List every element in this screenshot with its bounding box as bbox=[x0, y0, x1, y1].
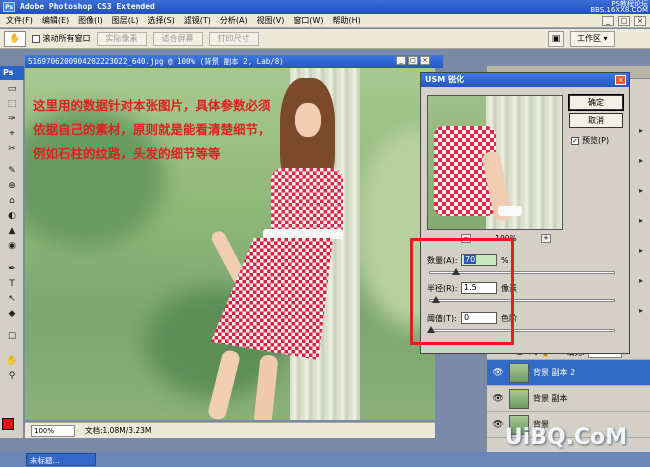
layer-thumbnail bbox=[509, 388, 529, 409]
layer-name: 背景 副本 2 bbox=[533, 368, 576, 377]
panel-side-icon[interactable]: ▸ bbox=[635, 216, 647, 226]
type-tool-icon[interactable]: T bbox=[6, 279, 18, 290]
notes-tool-icon[interactable]: ☐ bbox=[6, 332, 18, 343]
hand-tool-icon[interactable]: ✋ bbox=[6, 356, 18, 367]
filter-preview[interactable] bbox=[427, 95, 563, 230]
scroll-all-label: 滚动所有窗口 bbox=[42, 34, 91, 43]
stamp-tool-icon[interactable]: ⌂ bbox=[6, 196, 18, 207]
path-select-tool-icon[interactable]: ↖ bbox=[6, 294, 18, 305]
dialog-close-button[interactable]: × bbox=[615, 75, 626, 85]
zoom-in-button[interactable]: + bbox=[540, 233, 551, 243]
restore-button[interactable]: □ bbox=[618, 16, 630, 26]
document-title: 5169706200904202223022_640.jpg @ 100% (背… bbox=[28, 57, 284, 66]
pen-tool-icon[interactable]: ✒ bbox=[6, 264, 18, 275]
foreground-color-swatch[interactable] bbox=[2, 418, 14, 430]
document-window-controls: _ □ × bbox=[396, 56, 430, 65]
menu-view[interactable]: 视图(V) bbox=[257, 15, 285, 26]
actual-pixels-button[interactable]: 实际像素 bbox=[96, 31, 147, 46]
document-size: 文档:1.08M/3.23M bbox=[85, 426, 152, 435]
annotation-text: 这里用的数据针对本张图片，具体参数必须依据自己的素材，原则就是能看清楚细节，例如… bbox=[33, 98, 271, 161]
cancel-button[interactable]: 取消 bbox=[569, 113, 623, 128]
ok-button[interactable]: 确定 bbox=[568, 94, 624, 111]
document-title-bar: 5169706200904202223022_640.jpg @ 100% (背… bbox=[25, 55, 443, 68]
hand-icon[interactable]: ✋ bbox=[4, 30, 26, 47]
panel-side-icon[interactable]: ▸ bbox=[635, 156, 647, 166]
history-brush-tool-icon[interactable]: ◐ bbox=[6, 211, 18, 222]
menu-window[interactable]: 窗口(W) bbox=[293, 15, 323, 26]
app-title: Adobe Photoshop CS3 Extended bbox=[20, 2, 155, 11]
doc-minimize-button[interactable]: _ bbox=[396, 56, 406, 65]
gradient-tool-icon[interactable]: ◉ bbox=[6, 241, 18, 252]
preview-label: 预览(P) bbox=[582, 136, 610, 145]
panel-side-icon[interactable]: ▸ bbox=[635, 186, 647, 196]
workspace-button[interactable]: 工作区 ▾ bbox=[570, 31, 615, 47]
toolbox-header: Ps bbox=[0, 66, 24, 80]
fit-screen-button[interactable]: 适合屏幕 bbox=[152, 31, 203, 46]
close-button[interactable]: × bbox=[634, 16, 646, 26]
marquee-tool-icon[interactable]: ▭ bbox=[6, 84, 18, 95]
menu-file[interactable]: 文件(F) bbox=[6, 15, 33, 26]
watermark-bottom: UiBQ.CoM bbox=[504, 425, 628, 450]
scroll-all-checkbox[interactable] bbox=[32, 34, 40, 43]
lasso-tool-icon[interactable]: ✑ bbox=[6, 114, 18, 125]
doc-restore-button[interactable]: □ bbox=[408, 56, 418, 65]
zoom-field[interactable]: 100% bbox=[31, 424, 75, 437]
dialog-title: USM 锐化 bbox=[421, 73, 629, 87]
panel-side-icon[interactable]: ▸ bbox=[635, 276, 647, 286]
menu-layer[interactable]: 图层(L) bbox=[112, 15, 139, 26]
window-controls: _ □ × bbox=[602, 14, 646, 28]
layer-row-selected[interactable]: 👁 背景 副本 2 bbox=[487, 360, 650, 386]
crop-tool-icon[interactable]: ✂ bbox=[6, 144, 18, 155]
preview-checkbox-row[interactable]: ✓ 预览(P) bbox=[571, 135, 609, 146]
app-title-bar: Adobe Photoshop CS3 Extended bbox=[0, 0, 650, 14]
zoom-tool-icon[interactable]: ⚲ bbox=[6, 371, 18, 382]
menu-edit[interactable]: 编辑(E) bbox=[42, 15, 69, 26]
preview-checkbox[interactable]: ✓ bbox=[571, 136, 579, 145]
healing-tool-icon[interactable]: ⊕ bbox=[6, 181, 18, 192]
watermark-top: PS教程论坛 BBS.16XX8.COM bbox=[590, 0, 648, 14]
taskbar-item[interactable]: 未标题... bbox=[26, 453, 96, 466]
scroll-all-windows[interactable]: 滚动所有窗口 bbox=[32, 33, 91, 44]
move-tool-icon[interactable]: ⬚ bbox=[6, 99, 18, 110]
menu-bar: 文件(F) 编辑(E) 图像(I) 图层(L) 选择(S) 滤镜(T) 分析(A… bbox=[0, 14, 650, 28]
document-canvas[interactable]: 这里用的数据针对本张图片，具体参数必须依据自己的素材，原则就是能看清楚细节，例如… bbox=[25, 68, 435, 420]
preview-wristband bbox=[498, 206, 522, 216]
toolbox: Ps ▭ ⬚ ✑ ⌖ ✂ ✎ ⊕ ⌂ ◐ ▲ ◉ ✒ T ↖ ◆ ☐ ✋ ⚲ bbox=[0, 66, 24, 438]
minimize-button[interactable]: _ bbox=[602, 16, 614, 26]
photo-face bbox=[295, 103, 321, 137]
menu-filter[interactable]: 滤镜(T) bbox=[184, 15, 211, 26]
menu-help[interactable]: 帮助(H) bbox=[333, 15, 361, 26]
menu-image[interactable]: 图像(I) bbox=[78, 15, 103, 26]
highlight-box bbox=[410, 238, 514, 345]
layer-name: 背景 副本 bbox=[533, 394, 568, 403]
panel-side-icon[interactable]: ▸ bbox=[635, 306, 647, 316]
panel-side-icon[interactable]: ▸ bbox=[635, 126, 647, 136]
menu-select[interactable]: 选择(S) bbox=[147, 15, 174, 26]
print-size-button[interactable]: 打印尺寸 bbox=[208, 31, 259, 46]
menu-analysis[interactable]: 分析(A) bbox=[220, 15, 248, 26]
brush-tool-icon[interactable]: ✎ bbox=[6, 166, 18, 177]
layer-thumbnail bbox=[509, 362, 529, 383]
magic-wand-tool-icon[interactable]: ⌖ bbox=[6, 129, 18, 140]
document-status-bar: 100% 文档:1.08M/3.23M bbox=[25, 422, 435, 438]
doc-close-button[interactable]: × bbox=[420, 56, 430, 65]
bridge-icon[interactable]: ▣ bbox=[548, 31, 564, 47]
layer-row[interactable]: 👁 背景 副本 bbox=[487, 386, 650, 412]
eye-icon[interactable]: 👁 bbox=[491, 368, 505, 378]
photoshop-logo-icon: Ps bbox=[3, 2, 15, 12]
shape-tool-icon[interactable]: ◆ bbox=[6, 309, 18, 320]
eraser-tool-icon[interactable]: ▲ bbox=[6, 226, 18, 237]
panel-side-icon[interactable]: ▸ bbox=[635, 246, 647, 256]
photo-belt bbox=[263, 229, 343, 239]
eye-icon[interactable]: 👁 bbox=[491, 394, 505, 404]
photo-dress-top bbox=[271, 168, 343, 232]
